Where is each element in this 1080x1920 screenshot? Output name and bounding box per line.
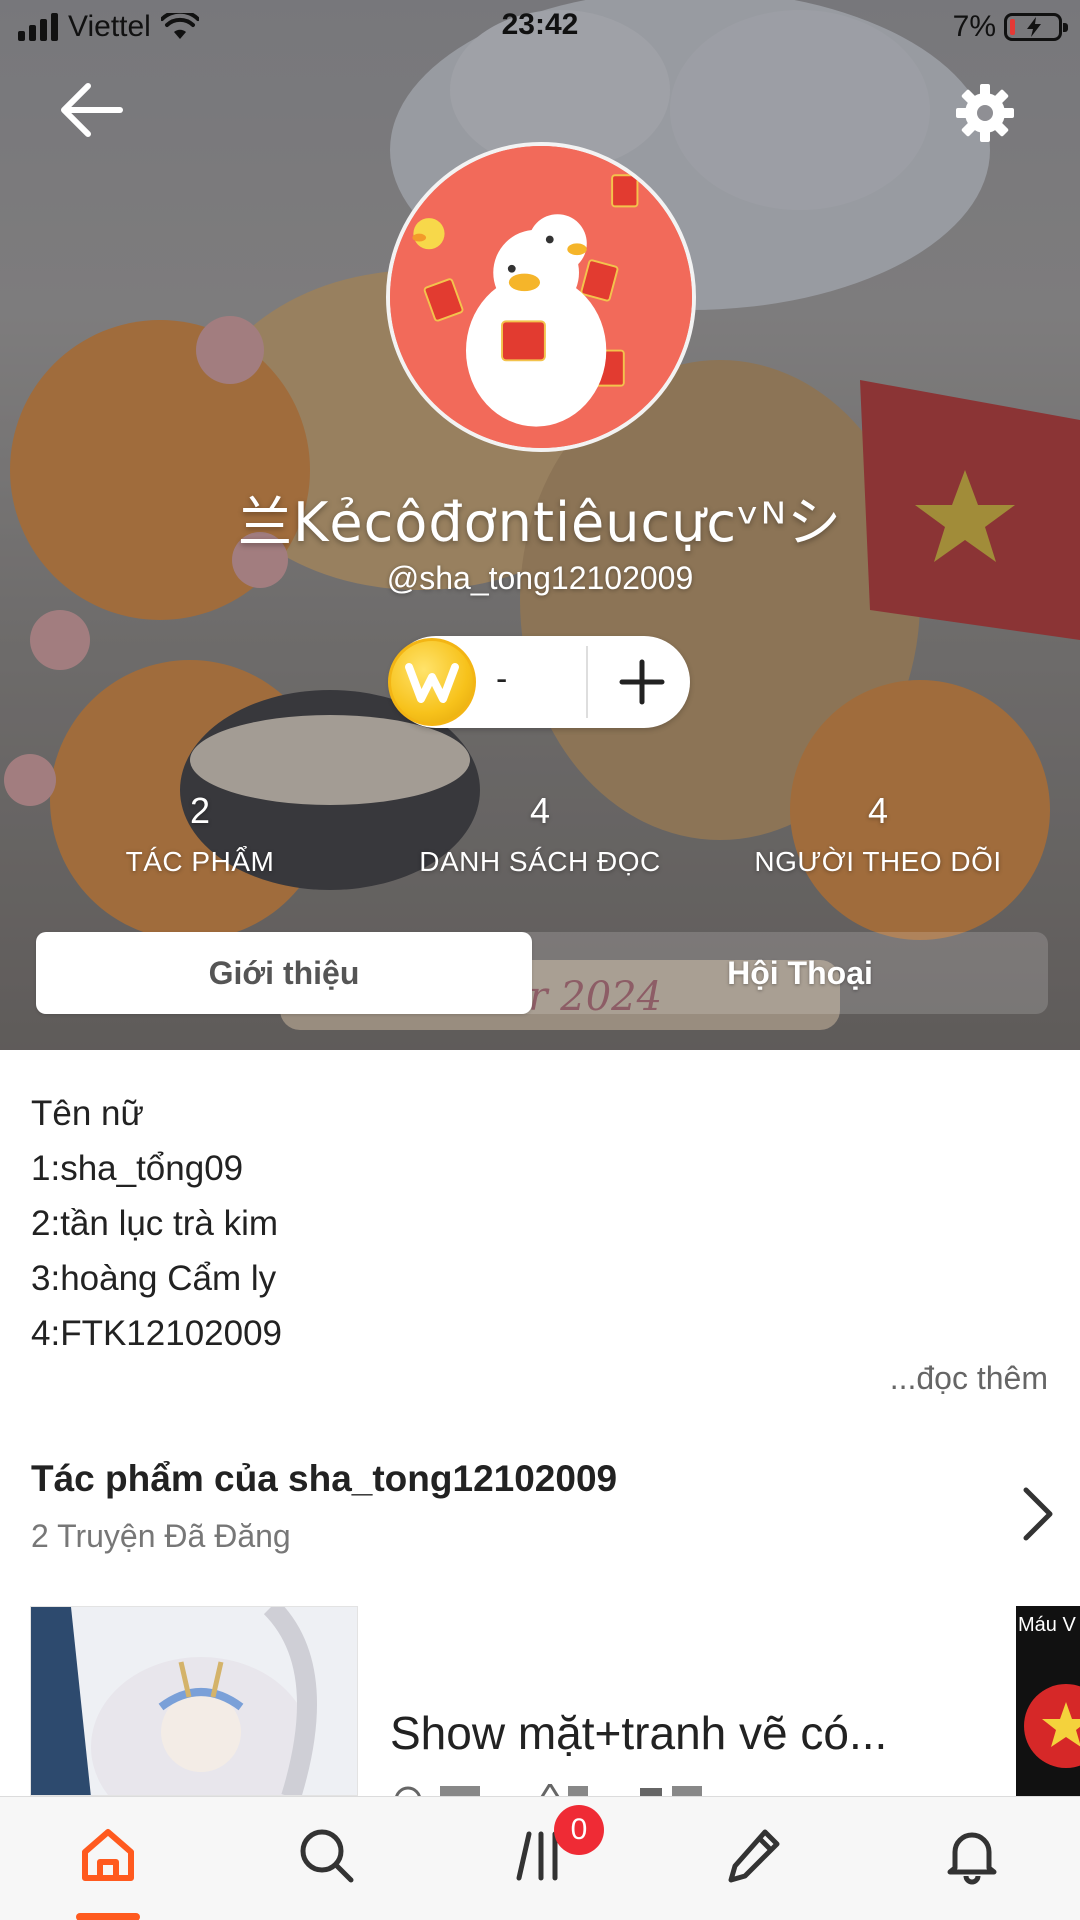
next-story-cover[interactable]: Máu V <box>1016 1606 1080 1796</box>
coin-balance-pill: - <box>388 636 690 728</box>
stat-reading-lists-count: 4 <box>529 790 551 831</box>
add-coins-button[interactable] <box>598 636 686 728</box>
bio-line: Tên nữ <box>31 1094 144 1133</box>
battery-icon <box>1004 13 1068 41</box>
nav-notifications[interactable] <box>932 1815 1012 1895</box>
works-section-header[interactable]: Tác phẩm của sha_tong12102009 2 Truyện Đ… <box>0 1440 1080 1570</box>
status-bar: Viettel 23:42 7% <box>0 0 1080 56</box>
display-name: 兰Kẻcôđơntiêucựcᵛᴺシ <box>237 491 843 554</box>
profile-tabs: Giới thiệu Hội Thoại <box>36 932 1048 1014</box>
stat-followers-label: NGƯỜI THEO DÕI <box>754 846 1002 877</box>
nav-search[interactable] <box>286 1815 366 1895</box>
bio-text: Tên nữ 1:sha_tổng09 2:tần lục trà kim 3:… <box>31 1086 282 1361</box>
back-arrow-icon[interactable] <box>56 80 128 140</box>
coin-balance-value: - <box>496 660 508 698</box>
coin-icon <box>388 638 476 726</box>
gear-icon[interactable] <box>952 80 1018 146</box>
story-title[interactable]: Show mặt+tranh vẽ có... <box>390 1706 887 1760</box>
stat-reading-lists-label: DANH SÁCH ĐỌC <box>419 846 661 877</box>
bell-icon <box>947 1832 997 1885</box>
nav-write[interactable] <box>714 1815 794 1895</box>
tab-about[interactable]: Giới thiệu <box>36 932 532 1014</box>
stat-followers[interactable]: 4 NGƯỜI THEO DÕI <box>708 790 1048 878</box>
chevron-right-icon <box>1023 1487 1053 1541</box>
library-badge: 0 <box>554 1805 604 1855</box>
battery-percent: 7% <box>952 10 996 43</box>
story-stats-row <box>395 1784 702 1796</box>
bio-line: 4:FTK12102009 <box>31 1314 283 1353</box>
username: @sha_tong12102009 <box>386 560 694 596</box>
plus-icon <box>619 659 665 705</box>
stat-reading-lists[interactable]: 4 DANH SÁCH ĐỌC <box>370 790 710 878</box>
nav-home[interactable] <box>68 1815 148 1895</box>
search-icon <box>300 1829 354 1883</box>
read-more-link[interactable]: ...đọc thêm <box>890 1360 1048 1397</box>
avatar[interactable] <box>386 142 696 452</box>
status-time: 23:42 <box>501 8 579 41</box>
stat-works-label: TÁC PHẨM <box>125 846 275 877</box>
stat-followers-count: 4 <box>867 790 889 831</box>
next-story-cover-title: Máu V <box>1018 1614 1076 1636</box>
stat-works[interactable]: 2 TÁC PHẨM <box>30 790 370 878</box>
story-cover[interactable] <box>30 1606 358 1796</box>
bio-line: 2:tần lục trà kim <box>31 1204 279 1243</box>
write-icon <box>728 1829 780 1883</box>
works-title: Tác phẩm của sha_tong12102009 <box>31 1458 618 1499</box>
stat-works-count: 2 <box>189 790 211 831</box>
home-icon <box>82 1829 134 1881</box>
profile-header: Year 2024 Viettel 23:42 7% 兰Kẻcôđơntiêuc… <box>0 0 1080 1050</box>
bottom-navigation: 0 <box>0 1796 1080 1920</box>
active-tab-indicator <box>76 1913 140 1920</box>
story-cover-image <box>31 1607 357 1795</box>
bio-line: 3:hoàng Cẩm ly <box>31 1259 277 1298</box>
bio-line: 1:sha_tổng09 <box>31 1149 244 1188</box>
tab-conversations[interactable]: Hội Thoại <box>552 932 1048 1014</box>
works-count: 2 Truyện Đã Đăng <box>31 1518 291 1554</box>
